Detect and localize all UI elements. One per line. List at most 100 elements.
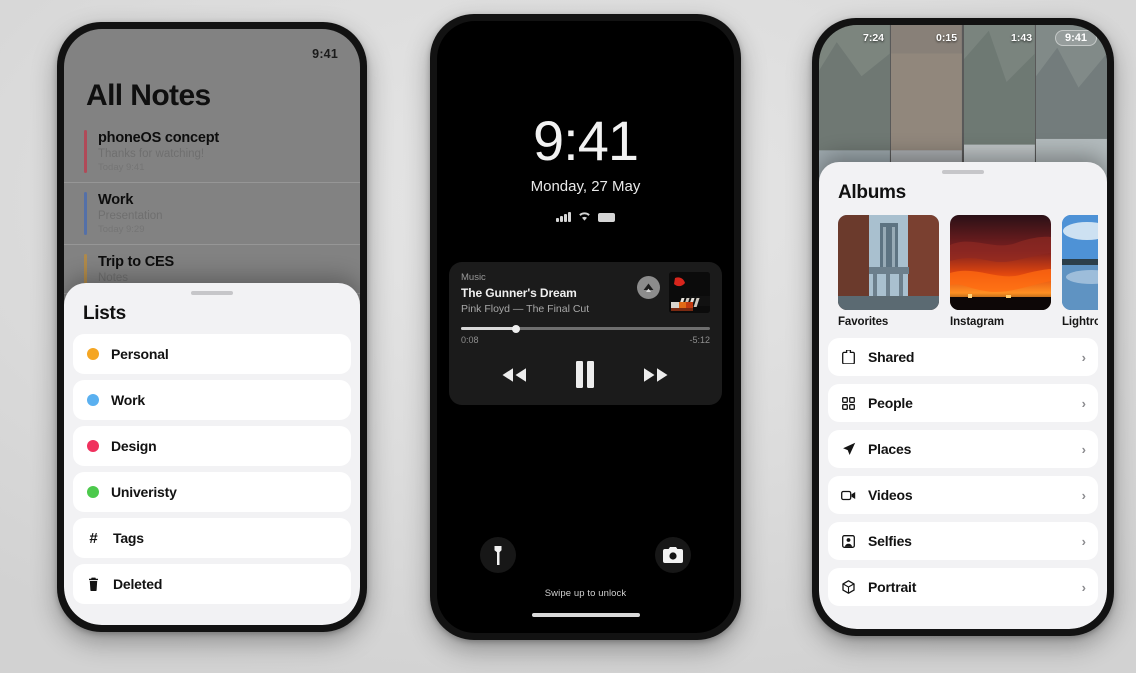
list-item-design[interactable]: Design bbox=[73, 426, 351, 466]
note-date: Today 9:41 bbox=[98, 162, 145, 173]
forward-button[interactable] bbox=[638, 364, 676, 386]
blue-lake-photo bbox=[1062, 215, 1098, 310]
forward-icon bbox=[643, 367, 668, 382]
album-row-shared[interactable]: Shared › bbox=[828, 338, 1098, 376]
music-artist-album: Pink Floyd — The Final Cut bbox=[461, 303, 590, 315]
album-row-selfies[interactable]: Selfies › bbox=[828, 522, 1098, 560]
rewind-button[interactable] bbox=[495, 364, 533, 386]
list-item-university[interactable]: Univeristy bbox=[73, 472, 351, 512]
album-row-label: People bbox=[868, 395, 913, 411]
manhattan-bridge-photo bbox=[838, 215, 939, 310]
shared-album-icon bbox=[841, 350, 856, 364]
remaining-time: -5:12 bbox=[689, 335, 710, 345]
note-title: phoneOS concept bbox=[98, 130, 220, 146]
music-widget[interactable]: Music The Gunner's Dream Pink Floyd — Th… bbox=[449, 262, 722, 405]
playback-scrubber[interactable]: 0:08 -5:12 bbox=[461, 324, 710, 345]
list-item-label: Design bbox=[111, 438, 157, 454]
dot-icon bbox=[87, 348, 99, 360]
list-item-label: Personal bbox=[111, 346, 169, 362]
lock-clock: 9:41 bbox=[533, 109, 639, 172]
note-title: Trip to CES bbox=[98, 254, 174, 270]
album-row-label: Shared bbox=[868, 349, 915, 365]
airplay-icon[interactable] bbox=[637, 276, 660, 299]
page-title: All Notes bbox=[86, 79, 211, 112]
album-row-places[interactable]: Places › bbox=[828, 430, 1098, 468]
progress-track[interactable] bbox=[461, 324, 710, 333]
note-item[interactable]: Work Presentation Today 9:29 bbox=[64, 183, 360, 245]
hash-icon: # bbox=[89, 529, 98, 547]
note-accent-bar bbox=[84, 130, 87, 173]
album-row-label: Portrait bbox=[868, 579, 917, 595]
home-indicator[interactable] bbox=[531, 613, 640, 617]
album-label: Instagram bbox=[950, 316, 1005, 328]
sheet-title: Albums bbox=[838, 182, 906, 203]
note-accent-bar bbox=[84, 254, 87, 284]
chevron-right-icon: › bbox=[1081, 579, 1086, 595]
sheet-grabber[interactable] bbox=[191, 291, 233, 295]
album-label: Favorites bbox=[838, 316, 889, 328]
list-item-label: Work bbox=[111, 392, 145, 408]
wifi-icon bbox=[578, 208, 591, 226]
status-time: 9:41 bbox=[312, 47, 338, 61]
notes-screen: 9:41 All Notes phoneOS concept Thanks fo… bbox=[64, 29, 360, 625]
clock-area: 9:41 Monday, 27 May bbox=[437, 21, 734, 226]
photos-phone: 7:24 0:15 1:43 9:41 Albums Favorites Ins… bbox=[812, 18, 1114, 636]
albums-rows: Shared › People › Places › Videos › Self… bbox=[828, 338, 1098, 606]
chevron-right-icon: › bbox=[1081, 395, 1086, 411]
album-card-lightroom[interactable]: Lightroom bbox=[1062, 215, 1098, 328]
cellular-icon bbox=[556, 212, 571, 222]
dot-icon bbox=[87, 486, 99, 498]
album-card-favorites[interactable]: Favorites bbox=[838, 215, 939, 328]
albums-sheet: Albums Favorites Instagram Lightro Share… bbox=[819, 162, 1107, 629]
list-item-label: Deleted bbox=[113, 576, 163, 592]
note-subtitle: Presentation bbox=[98, 210, 163, 222]
sheet-title: Lists bbox=[83, 303, 126, 324]
trash-icon bbox=[86, 577, 101, 591]
status-bar: 9:41 bbox=[64, 29, 360, 63]
red-sunset-photo bbox=[950, 215, 1051, 310]
video-duration-badge: 0:15 bbox=[936, 32, 958, 44]
chevron-right-icon: › bbox=[1081, 441, 1086, 457]
list-item-deleted[interactable]: Deleted bbox=[73, 564, 351, 604]
album-row-label: Places bbox=[868, 441, 912, 457]
flashlight-button[interactable] bbox=[480, 537, 516, 573]
people-grid-icon bbox=[841, 396, 856, 410]
camera-icon bbox=[663, 547, 683, 563]
albums-carousel[interactable]: Favorites Instagram Lightro bbox=[828, 213, 1098, 328]
sheet-grabber[interactable] bbox=[942, 170, 984, 174]
chevron-right-icon: › bbox=[1081, 349, 1086, 365]
music-song-title: The Gunner's Dream bbox=[461, 286, 577, 300]
elapsed-time: 0:08 bbox=[461, 335, 479, 345]
note-item[interactable]: phoneOS concept Thanks for watching! Tod… bbox=[64, 121, 360, 183]
lock-date: Monday, 27 May bbox=[530, 178, 641, 195]
album-row-label: Videos bbox=[868, 487, 913, 503]
pause-icon bbox=[576, 361, 595, 388]
list-item-label: Univeristy bbox=[111, 484, 177, 500]
note-date: Today 9:29 bbox=[98, 224, 145, 235]
camera-button[interactable] bbox=[655, 537, 691, 573]
album-card-instagram[interactable]: Instagram bbox=[950, 215, 1051, 328]
video-duration-badge: 1:43 bbox=[1011, 32, 1033, 44]
progress-knob[interactable] bbox=[511, 324, 520, 333]
album-row-videos[interactable]: Videos › bbox=[828, 476, 1098, 514]
lock-screen: 9:41 Monday, 27 May Music The Gunner's D… bbox=[437, 21, 734, 633]
album-row-people[interactable]: People › bbox=[828, 384, 1098, 422]
lock-bottom-bar: Swipe up to unlock bbox=[437, 521, 734, 633]
portrait-cube-icon bbox=[841, 580, 856, 594]
lockscreen-phone: 9:41 Monday, 27 May Music The Gunner's D… bbox=[430, 14, 741, 640]
album-label: Lightroom bbox=[1062, 316, 1098, 328]
photos-screen: 7:24 0:15 1:43 9:41 Albums Favorites Ins… bbox=[819, 25, 1107, 629]
album-row-portrait[interactable]: Portrait › bbox=[828, 568, 1098, 606]
list-item-work[interactable]: Work bbox=[73, 380, 351, 420]
list-item-tags[interactable]: # Tags bbox=[73, 518, 351, 558]
album-row-label: Selfies bbox=[868, 533, 912, 549]
album-art bbox=[669, 272, 710, 313]
pause-button[interactable] bbox=[569, 358, 601, 391]
note-subtitle: Thanks for watching! bbox=[98, 148, 205, 160]
unlock-hint: Swipe up to unlock bbox=[544, 588, 627, 599]
rewind-icon bbox=[502, 367, 527, 382]
list-item-personal[interactable]: Personal bbox=[73, 334, 351, 374]
progress-fill bbox=[461, 327, 516, 330]
note-accent-bar bbox=[84, 192, 87, 235]
lists-sheet: Lists Personal Work Design Univeristy # … bbox=[64, 283, 360, 625]
